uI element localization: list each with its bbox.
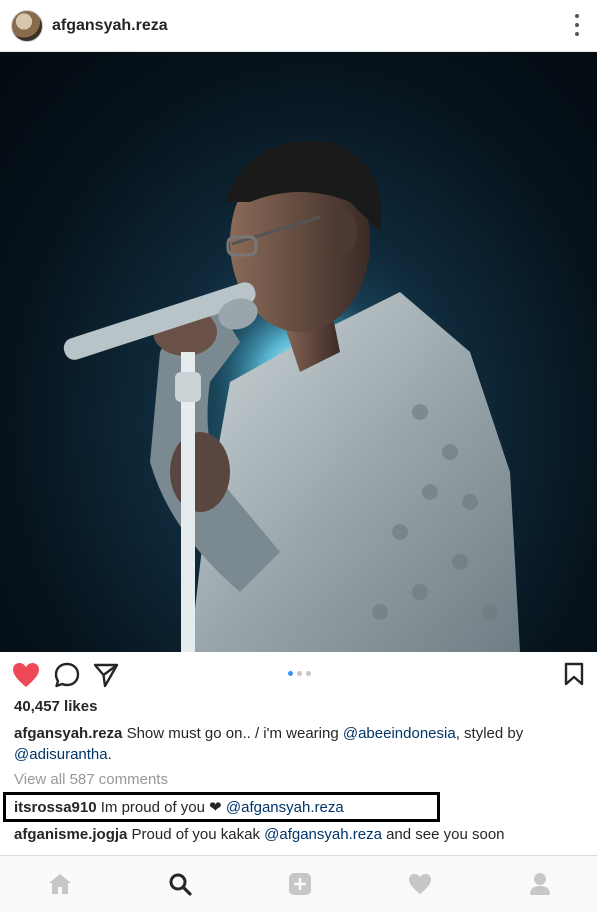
avatar[interactable] [11, 9, 43, 42]
comment-mention[interactable]: @afgansyah.reza [226, 799, 344, 816]
caption-username[interactable]: afgansyah.reza [14, 725, 122, 742]
post-caption: afgansyah.reza Show must go on.. / i'm w… [14, 723, 584, 765]
comment-username[interactable]: itsrossa910 [14, 799, 97, 816]
comment-icon[interactable] [54, 662, 80, 693]
caption-text: . [107, 746, 112, 763]
post-photo[interactable] [0, 52, 597, 652]
save-bookmark-icon[interactable] [564, 662, 584, 691]
profile-icon[interactable] [526, 870, 554, 898]
caption-mention[interactable]: @adisurantha [14, 746, 108, 763]
home-icon[interactable] [46, 870, 74, 898]
caption-text: Show must go on.. / i'm wearing [126, 725, 343, 742]
search-icon[interactable] [166, 870, 194, 898]
action-bar [0, 652, 597, 698]
post-username[interactable]: afgansyah.reza [52, 17, 168, 35]
post-header: afgansyah.reza [0, 0, 597, 52]
add-icon[interactable] [286, 870, 314, 898]
comment-text: Im proud of you ❤ [100, 799, 226, 816]
singer-photo [63, 140, 520, 652]
comment-text: Proud of you kakak [131, 826, 265, 843]
comment-item: itsrossa910 Im proud of you ❤ @afgansyah… [14, 798, 344, 816]
carousel-dot [306, 671, 311, 676]
like-heart-icon[interactable] [12, 662, 40, 693]
caption-text: , styled by [455, 725, 524, 742]
carousel-indicator [288, 671, 311, 676]
likes-count[interactable]: 40,457 likes [14, 698, 97, 715]
caption-mention[interactable]: @abeeindonesia [343, 725, 456, 742]
more-vertical-icon[interactable] [574, 14, 580, 36]
bottom-navigation [0, 855, 597, 912]
view-all-comments-link[interactable]: View all 587 comments [14, 771, 168, 788]
share-icon[interactable] [93, 662, 119, 693]
carousel-dot [297, 671, 302, 676]
carousel-dot [288, 671, 293, 676]
comment-text: and see you soon [381, 826, 505, 843]
comment-item: afganisme.jogja Proud of you kakak @afga… [14, 826, 505, 843]
comment-mention[interactable]: @afgansyah.reza [264, 826, 382, 843]
activity-heart-icon[interactable] [406, 870, 434, 898]
comment-username[interactable]: afganisme.jogja [14, 826, 127, 843]
